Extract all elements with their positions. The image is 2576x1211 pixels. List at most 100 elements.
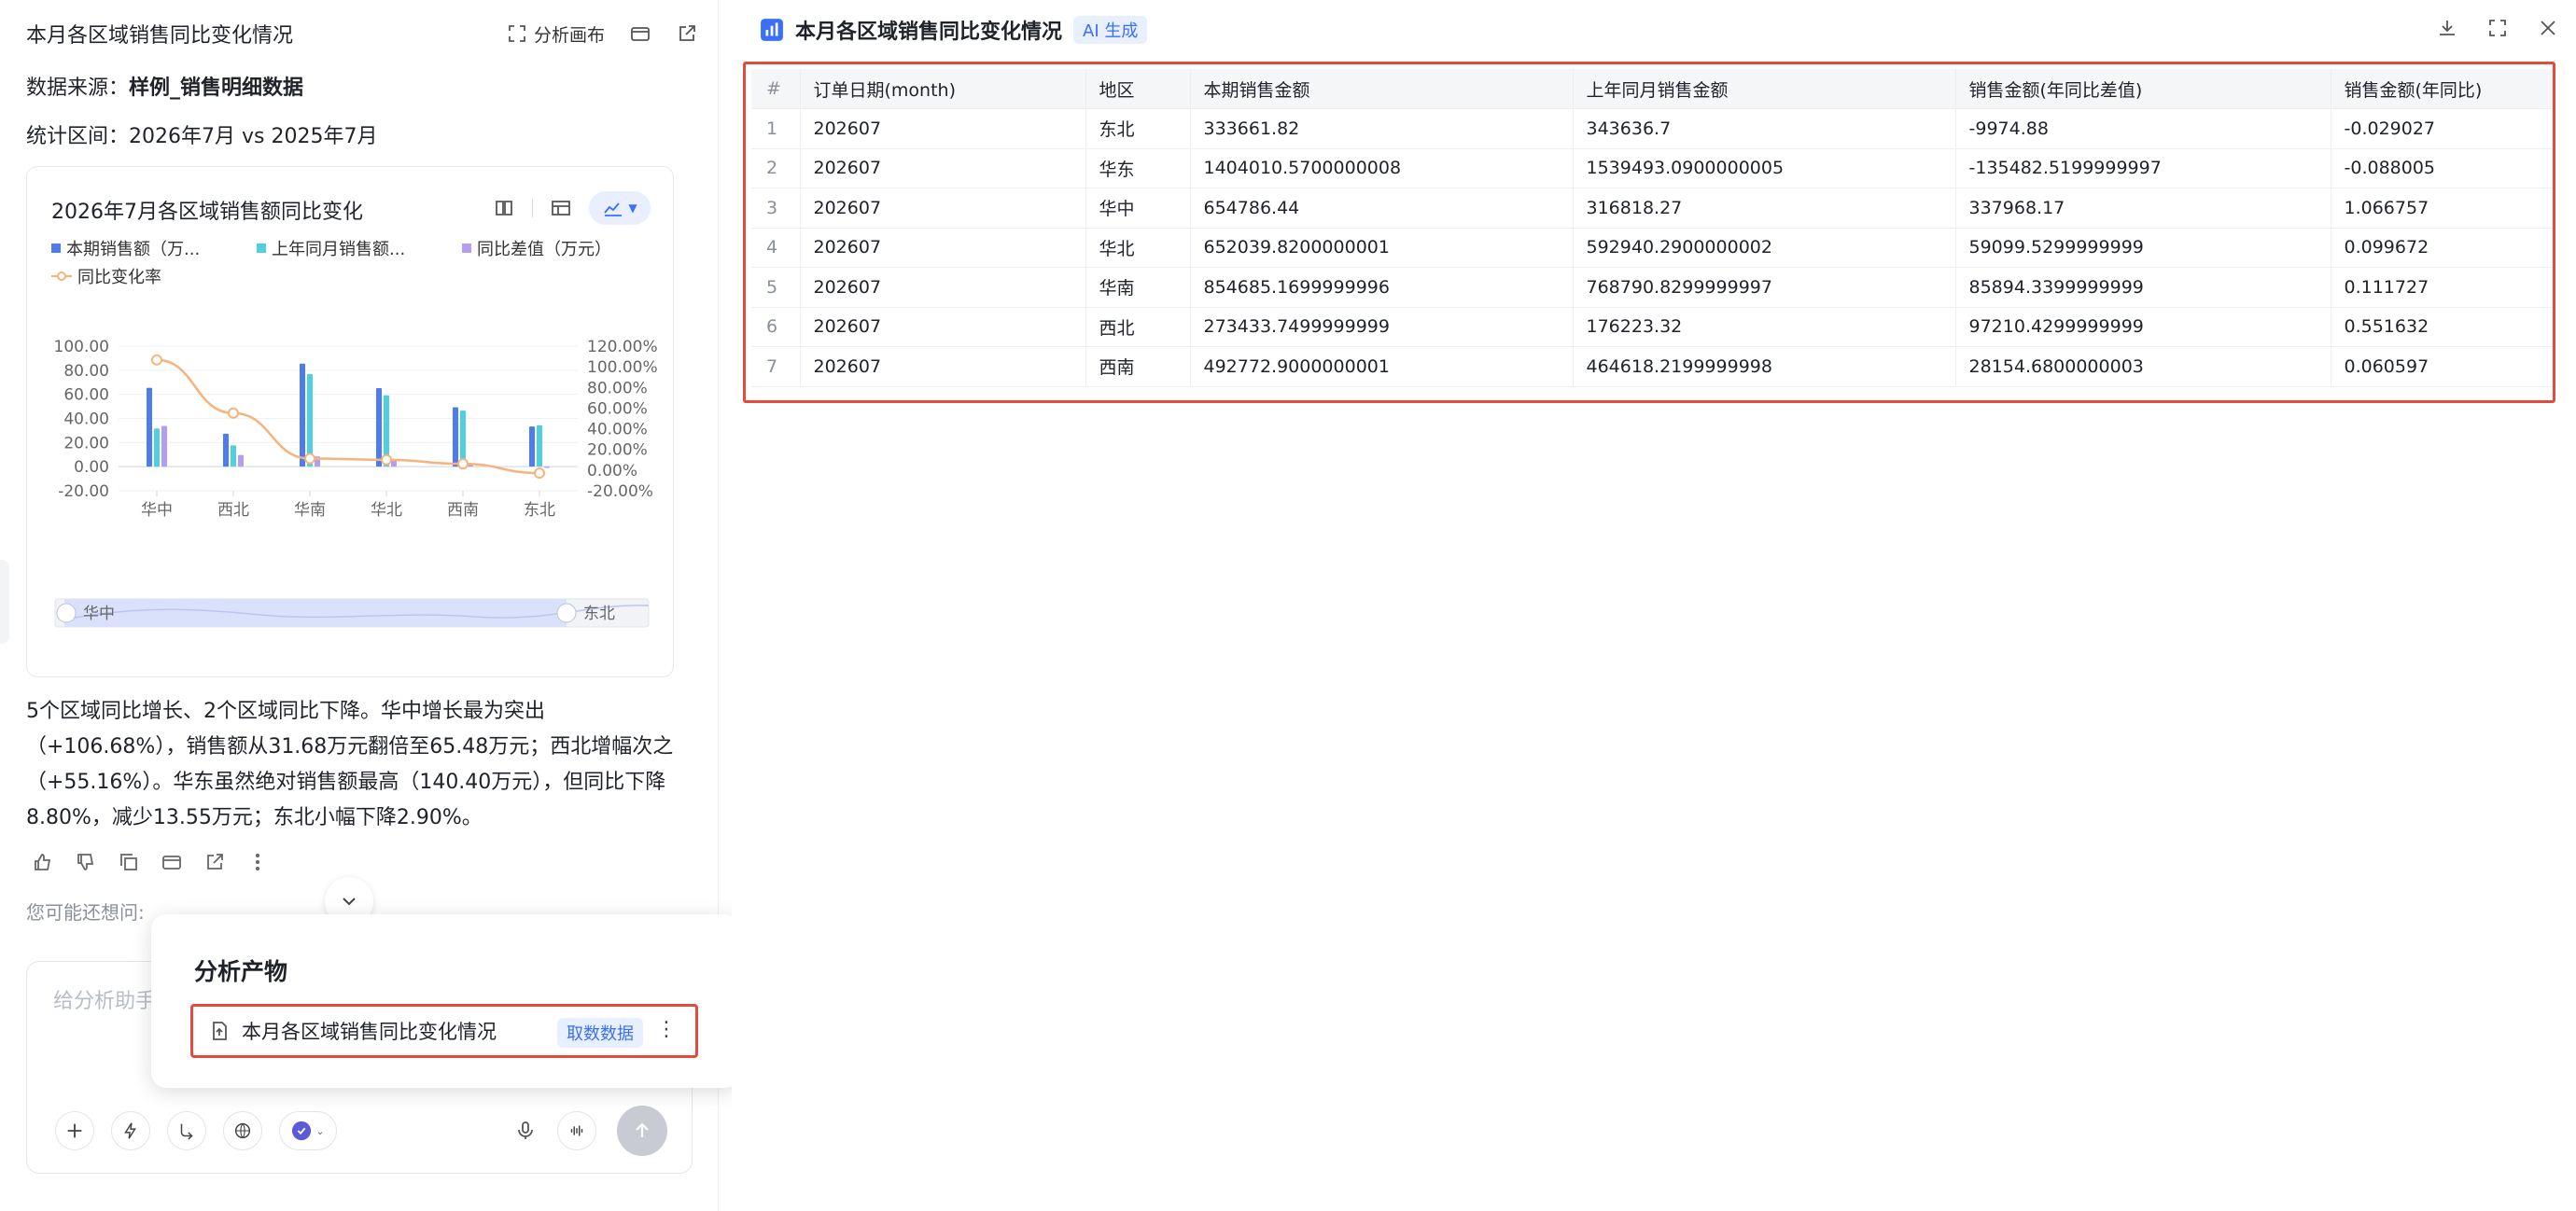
table-cell: 28154.6800000003 bbox=[1955, 346, 2331, 387]
table-header-row: # 订单日期(month) 地区 本期销售金额 上年同月销售金额 销售金额(年同… bbox=[751, 69, 2553, 109]
chat-title: 本月各区域销售同比变化情况 bbox=[26, 24, 294, 48]
table-cell: 0.111727 bbox=[2331, 267, 2553, 308]
chart-tools: ▼ bbox=[493, 191, 651, 225]
table-cell: 1404010.5700000008 bbox=[1190, 148, 1574, 188]
analysis-canvas-button[interactable]: 分析画布 bbox=[506, 21, 605, 47]
fullscreen-icon[interactable] bbox=[2486, 17, 2509, 39]
legend-label: 同比差值（万元） bbox=[477, 240, 611, 259]
line-point[interactable] bbox=[534, 467, 545, 480]
bar[interactable] bbox=[147, 387, 152, 467]
line-point[interactable] bbox=[228, 407, 239, 419]
x-tick-label: 西北 bbox=[217, 501, 249, 520]
legend-item[interactable]: 本期销售额（万... bbox=[51, 236, 200, 260]
legend-item[interactable]: 同比变化率 bbox=[51, 264, 161, 288]
legend-item[interactable]: 上年同月销售额... bbox=[257, 236, 405, 260]
bar[interactable] bbox=[231, 445, 236, 467]
table-cell: 华南 bbox=[1085, 267, 1191, 308]
line-point[interactable] bbox=[381, 453, 392, 466]
table-row[interactable]: 7 202607 西南 492772.9000000001 464618.2199999… bbox=[751, 346, 2553, 387]
add-icon[interactable] bbox=[55, 1111, 94, 1150]
book-icon[interactable] bbox=[493, 197, 515, 219]
zoom-handle-left[interactable] bbox=[56, 603, 77, 623]
bar[interactable] bbox=[307, 373, 313, 467]
globe-icon[interactable] bbox=[223, 1111, 262, 1150]
table-cell: 202607 bbox=[800, 108, 1086, 149]
lightning-icon[interactable] bbox=[111, 1111, 150, 1150]
line-point[interactable] bbox=[304, 452, 315, 465]
table-cell: 592940.2900000002 bbox=[1573, 228, 1956, 268]
thumbs-down-icon[interactable] bbox=[75, 851, 97, 873]
y-left-tick-label: 40.00 bbox=[63, 411, 109, 429]
expand-arrows-icon bbox=[506, 22, 528, 45]
bar[interactable] bbox=[161, 425, 167, 467]
combo-chart: 100.00 80.00 60.00 40.00 20.00 0.00 -20.00 120.… bbox=[54, 338, 658, 628]
folder-icon[interactable] bbox=[629, 22, 651, 45]
table-row[interactable]: 1 202607 东北 333661.82 343636.7 -9974.88 -0.029… bbox=[751, 108, 2553, 149]
column-header[interactable]: # bbox=[751, 69, 801, 109]
bar[interactable] bbox=[453, 407, 458, 467]
x-tick-label: 华北 bbox=[371, 501, 402, 520]
table-icon[interactable] bbox=[550, 197, 572, 219]
y-right-tick-label: 100.00% bbox=[587, 358, 658, 377]
table-cell: 西南 bbox=[1085, 346, 1191, 387]
column-header[interactable]: 本期销售金额 bbox=[1190, 69, 1574, 109]
data-source-label: 数据来源： bbox=[26, 77, 130, 100]
bar[interactable] bbox=[376, 387, 382, 467]
column-header[interactable]: 销售金额(年同比差值) bbox=[1955, 69, 2331, 109]
artifact-item[interactable]: 本月各区域销售同比变化情况 取数数据 ⋮ bbox=[190, 1004, 698, 1058]
table-cell: 202607 bbox=[800, 148, 1086, 188]
column-header[interactable]: 上年同月销售金额 bbox=[1573, 69, 1956, 109]
more-icon[interactable]: ⋮ bbox=[656, 1018, 677, 1041]
send-button[interactable] bbox=[617, 1106, 667, 1156]
table-row[interactable]: 4 202607 华北 652039.8200000001 592940.2900000… bbox=[751, 228, 2553, 268]
folder-icon[interactable] bbox=[161, 851, 183, 873]
microphone-icon[interactable] bbox=[514, 1120, 537, 1142]
bar-chart-icon bbox=[761, 19, 783, 41]
table-row[interactable]: 5 202607 华南 854685.1699999996 768790.8299999… bbox=[751, 267, 2553, 308]
legend-swatch bbox=[462, 244, 471, 253]
copy-icon[interactable] bbox=[118, 851, 140, 873]
bar[interactable] bbox=[300, 363, 305, 467]
share-icon[interactable] bbox=[203, 851, 226, 873]
bar[interactable] bbox=[544, 466, 550, 468]
column-header[interactable]: 订单日期(month) bbox=[800, 69, 1086, 109]
chat-header-tools: 分析画布 bbox=[506, 15, 698, 52]
download-icon[interactable] bbox=[2436, 17, 2458, 39]
thumbs-up-icon[interactable] bbox=[32, 851, 54, 873]
legend-item[interactable]: 同比差值（万元） bbox=[462, 236, 611, 260]
model-selector[interactable]: ⌄ bbox=[279, 1111, 337, 1150]
zoom-slider-selection[interactable] bbox=[64, 599, 567, 627]
ai-generated-badge: AI 生成 bbox=[1073, 16, 1148, 44]
column-header[interactable]: 销售金额(年同比) bbox=[2331, 69, 2553, 109]
chart-type-dropdown[interactable]: ▼ bbox=[589, 191, 651, 225]
line-point[interactable] bbox=[151, 354, 162, 366]
chat-input-placeholder[interactable]: 给分析助手 bbox=[53, 984, 156, 1014]
bar[interactable] bbox=[223, 433, 229, 467]
close-icon[interactable] bbox=[2537, 17, 2559, 39]
legend-label: 本期销售额（万... bbox=[66, 240, 201, 259]
table-cell: 2 bbox=[751, 148, 801, 188]
panel-collapse-handle[interactable] bbox=[0, 560, 9, 644]
y-left-tick-label: 0.00 bbox=[74, 458, 109, 477]
more-icon[interactable] bbox=[246, 851, 269, 873]
table-row[interactable]: 6 202607 西北 273433.7499999999 176223.32 97210… bbox=[751, 307, 2553, 347]
column-header[interactable]: 地区 bbox=[1085, 69, 1191, 109]
table-row[interactable]: 2 202607 华东 1404010.5700000008 1539493.09000… bbox=[751, 148, 2553, 188]
chevron-down-icon: ⌄ bbox=[315, 1124, 325, 1137]
line-point[interactable] bbox=[457, 458, 469, 470]
share-icon[interactable] bbox=[676, 22, 698, 45]
table-cell: -135482.5199999997 bbox=[1955, 148, 2331, 188]
bar[interactable] bbox=[529, 426, 535, 467]
bar[interactable] bbox=[154, 428, 160, 467]
zoom-handle-right[interactable] bbox=[556, 603, 577, 623]
canvas-tools bbox=[2436, 17, 2559, 39]
voice-wave-icon[interactable] bbox=[557, 1111, 596, 1150]
bar[interactable] bbox=[537, 425, 542, 467]
table-row[interactable]: 3 202607 华中 654786.44 316818.27 337968.17 1.06… bbox=[751, 188, 2553, 229]
bar[interactable] bbox=[238, 454, 244, 467]
table-cell: 343636.7 bbox=[1573, 108, 1956, 149]
x-tick-label: 华中 bbox=[141, 501, 173, 520]
data-source-line: 数据来源：样例_销售明细数据 bbox=[26, 71, 303, 101]
table-cell: 东北 bbox=[1085, 108, 1191, 149]
workflow-icon[interactable] bbox=[167, 1111, 206, 1150]
